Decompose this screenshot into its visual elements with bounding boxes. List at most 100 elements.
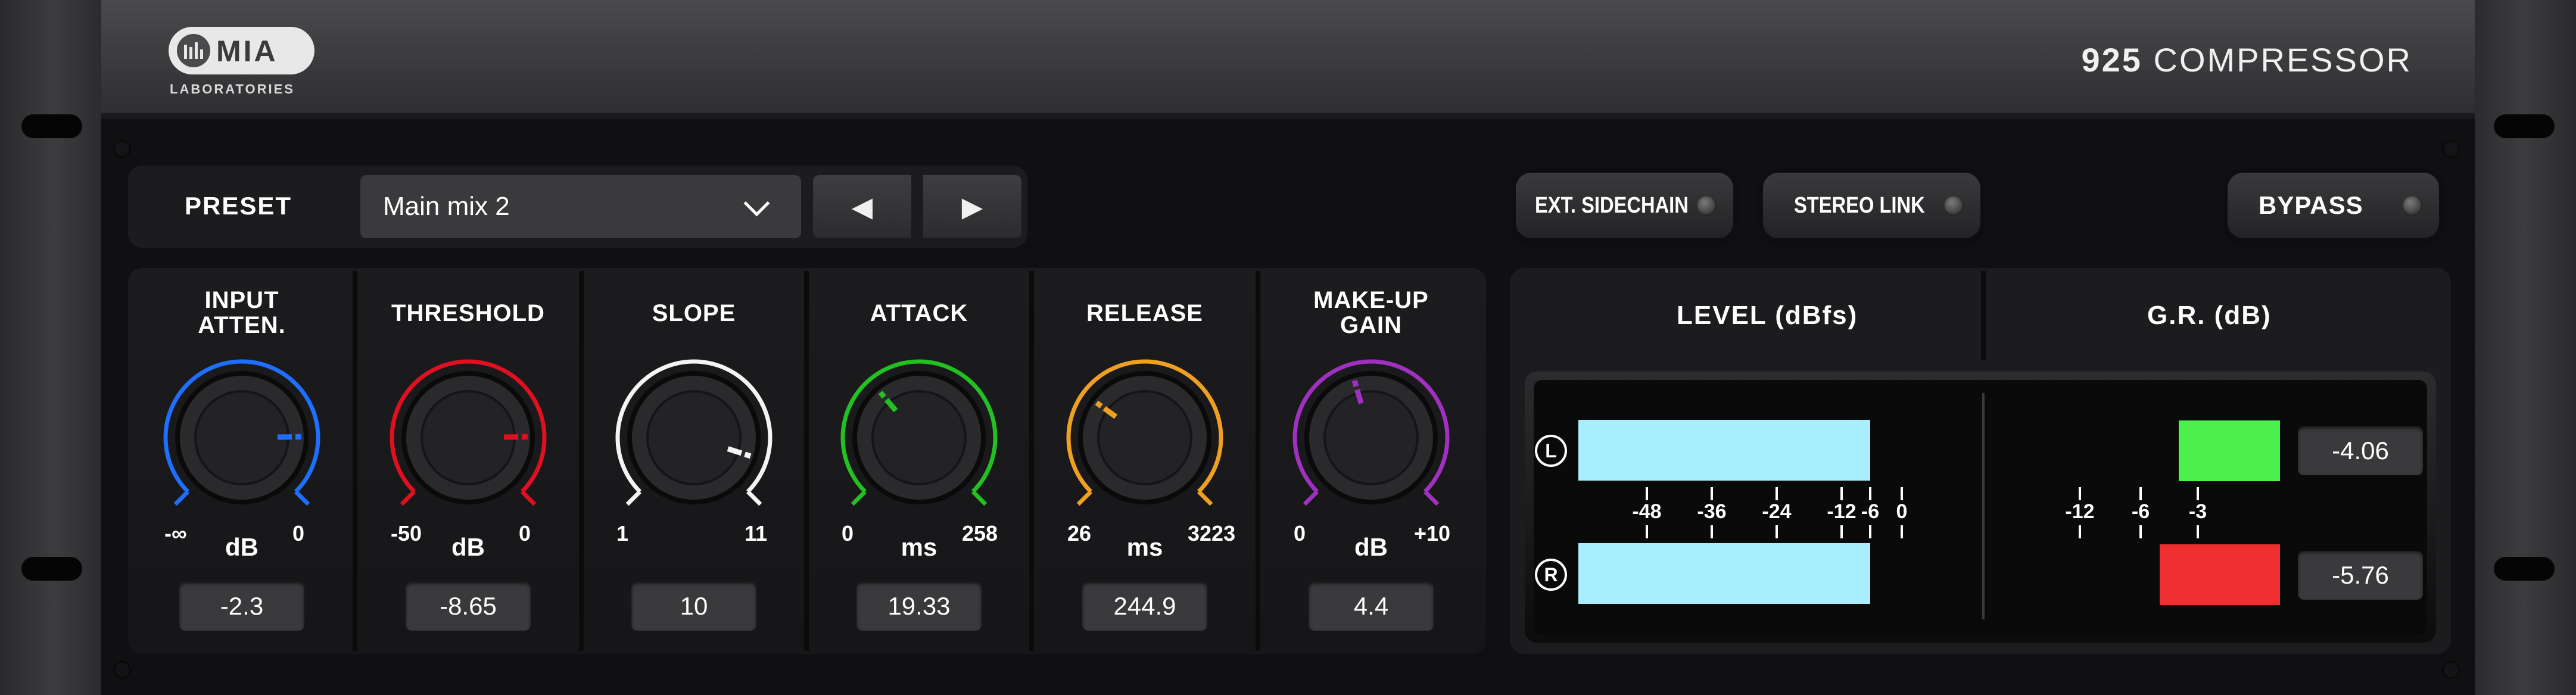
knob-dial[interactable] [379,348,557,527]
product-title: 925 COMPRESSOR [2082,40,2413,79]
knob-value-readout[interactable]: 10 [631,582,756,631]
ext-sidechain-button[interactable]: EXT. SIDECHAIN [1516,173,1733,238]
rack-hole [2494,557,2555,581]
knob-cap [871,390,967,485]
gr-tick-mark [2079,525,2081,538]
knob-unit-label: dB [1354,533,1388,561]
knob-unit-label: ms [1126,533,1163,561]
knob-end-tick [1197,490,1213,506]
brand-name: MIA [216,35,278,68]
knob-unit-label: dB [451,533,485,561]
compressor-plugin-window: MIA LABORATORIES 925 COMPRESSOR PRESET M… [0,0,2576,695]
channel-left-letter: L [1545,440,1557,462]
channel-right-icon: R [1535,559,1567,591]
preset-prev-button[interactable]: ◀ [813,175,911,238]
level-tick-mark [1901,487,1903,500]
knob-min-label: 1 [616,521,629,546]
level-tick-mark [1711,487,1713,500]
knob-dial[interactable] [1282,348,1460,527]
screw-icon [2442,140,2460,158]
level-bar-right [1578,543,1870,604]
gr-tick-label: -3 [2188,500,2207,523]
level-tick-mark [1901,525,1903,538]
knob-title: RELEASE [1086,300,1203,326]
stereo-link-led-icon [1943,195,1964,216]
knob-dial[interactable] [152,348,331,527]
level-tick-mark [1776,525,1778,538]
level-tick-label: -36 [1697,500,1727,523]
knob-title: MAKE-UP GAIN [1313,287,1429,338]
knob-max-label: 3223 [1188,521,1236,546]
gr-tick-mark [2139,525,2142,538]
knob-max-label: 0 [292,521,305,546]
knob-dial[interactable] [1055,348,1234,527]
knob-cap [1097,390,1192,485]
product-name: COMPRESSOR [2153,41,2412,79]
brand-sub: LABORATORIES [170,82,295,96]
screw-icon [113,661,131,679]
knob-end-tick [746,490,762,506]
bypass-led-icon [2402,195,2422,216]
gr-meter-title: G.R. (dB) [2147,301,2272,330]
level-tick-label: 0 [1896,500,1908,523]
knob-title: ATTACK [870,300,968,326]
knob-dial[interactable] [605,348,783,527]
gr-tick-label: -6 [2131,500,2150,523]
preset-next-button[interactable]: ▶ [923,175,1021,238]
product-number: 925 [2081,41,2142,79]
level-tick-mark [1840,487,1843,500]
knob-dial[interactable] [830,348,1008,527]
gr-right-readout: -5.76 [2298,551,2423,600]
knob-min-label: 26 [1067,521,1092,546]
knob-min-label: 0 [1294,521,1306,546]
knob-end-tick [521,490,537,506]
knob-end-tick [625,490,641,506]
triangle-left-icon: ◀ [851,191,873,223]
knob-title: THRESHOLD [391,300,545,326]
level-tick-mark [1776,487,1778,500]
screw-icon [2442,661,2460,679]
knob-end-tick [1076,490,1092,506]
knob-cap [1323,390,1419,485]
knob-value-readout[interactable]: 244.9 [1082,582,1207,631]
knob-cap [646,390,742,485]
brand-logo: MIA LABORATORIES [169,27,314,101]
knob-cap [420,390,516,485]
level-tick-mark [1869,525,1871,538]
level-tick-mark [1646,487,1648,500]
knob-value-readout[interactable]: -2.3 [179,582,304,631]
knob-max-label: +10 [1414,521,1451,546]
level-tick-label: -48 [1632,500,1662,523]
rack-hole [21,557,82,581]
stereo-link-button[interactable]: STEREO LINK [1763,173,1980,238]
gr-tick-mark [2079,487,2081,500]
knob-unit-label: ms [901,533,937,561]
knob-end-tick [400,490,416,506]
knob-end-tick [294,490,310,506]
logo-bars-icon [177,34,210,67]
knob-cap [194,390,289,485]
level-tick-mark [1646,525,1648,538]
bypass-button[interactable]: BYPASS [2228,173,2439,238]
rack-hole [21,114,82,138]
knob-value-readout[interactable]: 4.4 [1309,582,1434,631]
knob-title: INPUT ATTEN. [198,287,286,338]
ext-sidechain-label: EXT. SIDECHAIN [1535,192,1689,218]
bypass-label: BYPASS [2259,191,2363,219]
knob-title: SLOPE [652,300,736,326]
knob-end-tick [173,490,189,506]
rack-hole [2494,114,2555,138]
knob-max-label: 258 [962,521,998,546]
triangle-right-icon: ▶ [961,191,983,223]
knob-value-readout[interactable]: 19.33 [856,582,982,631]
level-meter-title: LEVEL (dBfs) [1677,301,1858,330]
gr-left-readout: -4.06 [2298,426,2423,475]
level-tick-mark [1840,525,1843,538]
stereo-link-label: STEREO LINK [1794,192,1925,218]
knob-value-readout[interactable]: -8.65 [406,582,531,631]
preset-label: PRESET [185,192,292,220]
knob-end-tick [1303,490,1319,506]
preset-dropdown[interactable]: Main mix 2 [360,175,801,238]
screw-icon [113,140,131,158]
level-bar-left [1578,420,1870,481]
